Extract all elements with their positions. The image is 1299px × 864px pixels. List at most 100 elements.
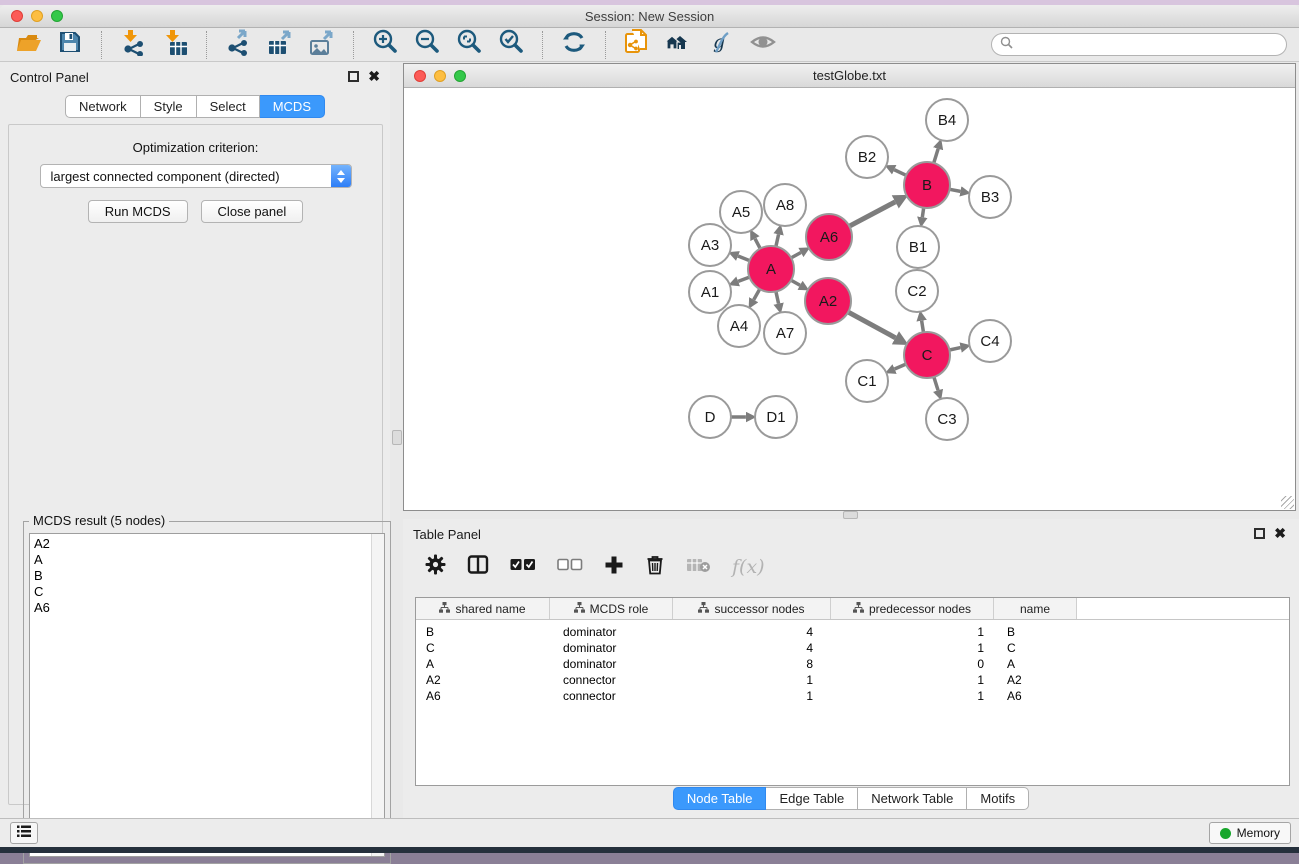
graph-edge-B-B2[interactable] — [894, 170, 906, 176]
delete-columns-button[interactable] — [645, 554, 665, 581]
column-settings-button[interactable] — [425, 554, 446, 580]
table-cell[interactable]: connector — [550, 689, 673, 703]
graph-edge-A-A7[interactable] — [776, 291, 779, 303]
graph-edge-C-C3[interactable] — [934, 377, 938, 390]
table-row[interactable]: A6connector11A6 — [416, 688, 1289, 704]
table-cell[interactable]: A6 — [416, 689, 550, 703]
graph-edge-B-B1[interactable] — [922, 208, 923, 217]
table-cell[interactable]: 1 — [673, 673, 831, 687]
toggle-bird-view-button[interactable] — [747, 30, 779, 60]
table-cell[interactable]: B — [994, 625, 1077, 639]
table-cell[interactable]: B — [416, 625, 550, 639]
graph-edge-A-A2[interactable] — [791, 280, 800, 285]
tab-node-table[interactable]: Node Table — [673, 787, 767, 810]
graph-edge-A6-B[interactable] — [849, 202, 895, 226]
table-cell[interactable]: 0 — [831, 657, 994, 671]
list-item[interactable]: A2 — [30, 534, 384, 552]
graph-edge-A-A5[interactable] — [755, 239, 760, 249]
graph-edge-B-B3[interactable] — [950, 189, 961, 191]
zoom-out-button[interactable] — [411, 30, 443, 60]
graph-edge-C-C2[interactable] — [922, 321, 924, 333]
tab-edge-table[interactable]: Edge Table — [766, 787, 858, 810]
graph-edge-A-A4[interactable] — [754, 289, 760, 300]
table-cell[interactable]: dominator — [550, 657, 673, 671]
graph-edge-A2-C[interactable] — [848, 312, 895, 338]
tab-select[interactable]: Select — [197, 95, 260, 118]
tab-network-table[interactable]: Network Table — [858, 787, 967, 810]
list-item[interactable]: A6 — [30, 600, 384, 616]
column-header-name[interactable]: name — [994, 598, 1077, 619]
hide-graphics-details-button[interactable]: g — [705, 30, 737, 60]
graph-edge-A-A6[interactable] — [791, 253, 801, 258]
open-session-button[interactable] — [12, 30, 44, 60]
horizontal-divider-handle[interactable] — [843, 511, 858, 519]
table-row[interactable]: Cdominator41C — [416, 640, 1289, 656]
graph-edge-C-C1[interactable] — [895, 364, 906, 369]
table-row[interactable]: A2connector11A2 — [416, 672, 1289, 688]
table-row[interactable]: Adominator80A — [416, 656, 1289, 672]
table-cell[interactable]: 4 — [673, 641, 831, 655]
table-row[interactable]: Bdominator41B — [416, 624, 1289, 640]
zoom-selected-button[interactable] — [495, 30, 527, 60]
table-cell[interactable]: 8 — [673, 657, 831, 671]
select-stepper-icon[interactable] — [331, 165, 351, 187]
criterion-select[interactable]: largest connected component (directed) — [40, 164, 352, 188]
table-cell[interactable]: 1 — [831, 689, 994, 703]
save-session-button[interactable] — [54, 30, 86, 60]
table-cell[interactable]: 4 — [673, 625, 831, 639]
table-cell[interactable]: 1 — [831, 625, 994, 639]
refresh-view-button[interactable] — [558, 30, 590, 60]
column-header-predecessor-nodes[interactable]: predecessor nodes — [831, 598, 994, 619]
table-mode-button[interactable] — [467, 554, 489, 580]
import-table-button[interactable] — [159, 30, 191, 60]
graph-edge-A-A3[interactable] — [738, 256, 750, 261]
tab-motifs[interactable]: Motifs — [967, 787, 1029, 810]
export-network-button[interactable] — [222, 30, 254, 60]
list-item[interactable]: C — [30, 584, 384, 600]
list-item[interactable]: B — [30, 568, 384, 584]
table-cell[interactable]: A6 — [994, 689, 1077, 703]
open-cybrowser-button[interactable] — [663, 30, 695, 60]
show-panels-button[interactable] — [10, 822, 38, 844]
result-scrollbar[interactable] — [371, 534, 384, 856]
graph-edge-A-A1[interactable] — [738, 277, 749, 281]
column-header-shared-name[interactable]: shared name — [416, 598, 550, 619]
create-column-button[interactable] — [604, 555, 624, 580]
search-input[interactable] — [1018, 38, 1278, 52]
column-header-mcds-role[interactable]: MCDS role — [550, 598, 673, 619]
export-image-button[interactable] — [306, 30, 338, 60]
import-network-button[interactable] — [117, 30, 149, 60]
zoom-in-button[interactable] — [369, 30, 401, 60]
float-panel-icon[interactable] — [348, 71, 359, 82]
table-cell[interactable]: C — [416, 641, 550, 655]
tab-network[interactable]: Network — [65, 95, 141, 118]
close-panel-button[interactable]: Close panel — [201, 200, 304, 223]
graph-edge-C-C4[interactable] — [949, 348, 960, 350]
table-cell[interactable]: A2 — [416, 673, 550, 687]
clone-network-button[interactable] — [621, 30, 653, 60]
memory-button[interactable]: Memory — [1209, 822, 1291, 844]
function-builder-button[interactable]: f(x) — [732, 556, 765, 578]
table-cell[interactable]: dominator — [550, 641, 673, 655]
table-cell[interactable]: A — [994, 657, 1077, 671]
graph-edge-A-A8[interactable] — [776, 234, 779, 246]
graph-edge-B-B4[interactable] — [934, 149, 938, 163]
table-cell[interactable]: A2 — [994, 673, 1077, 687]
network-canvas[interactable]: B4B2BB3A8A5A6B1A3AC2A1A2A4A7C4CC1C3DD1 — [404, 88, 1295, 510]
table-cell[interactable]: 1 — [831, 673, 994, 687]
delete-table-button[interactable] — [686, 557, 711, 578]
list-item[interactable]: A — [30, 552, 384, 568]
run-mcds-button[interactable]: Run MCDS — [88, 200, 188, 223]
deselect-all-button[interactable] — [557, 558, 583, 576]
float-table-panel-icon[interactable] — [1254, 528, 1265, 539]
table-cell[interactable]: connector — [550, 673, 673, 687]
tab-mcds[interactable]: MCDS — [260, 95, 325, 118]
tab-style[interactable]: Style — [141, 95, 197, 118]
select-all-button[interactable] — [510, 558, 536, 576]
vertical-divider-handle[interactable] — [392, 430, 402, 445]
table-cell[interactable]: dominator — [550, 625, 673, 639]
export-table-button[interactable] — [264, 30, 296, 60]
table-cell[interactable]: 1 — [673, 689, 831, 703]
zoom-fit-button[interactable] — [453, 30, 485, 60]
close-table-panel-icon[interactable]: ✖ — [1274, 525, 1286, 542]
